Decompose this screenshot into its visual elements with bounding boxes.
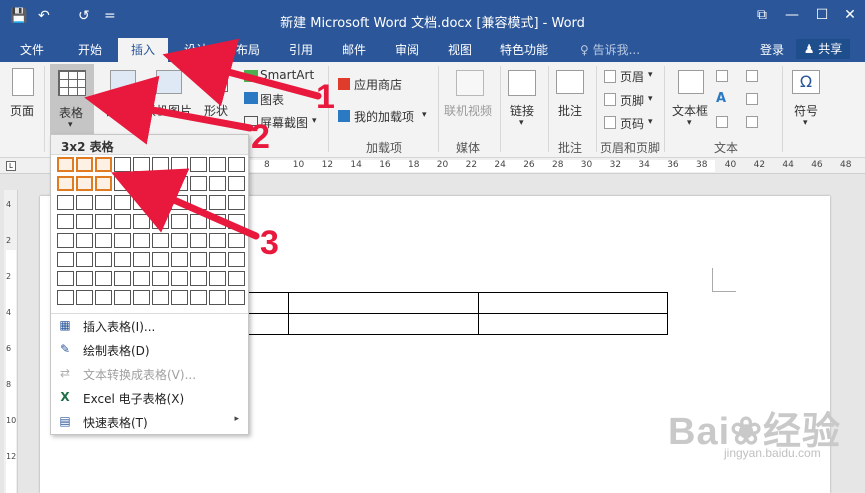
arrow-2 (84, 75, 254, 145)
callout-2: 2 (251, 118, 270, 156)
arrow-3 (111, 168, 260, 240)
callout-1: 1 (316, 78, 335, 116)
arrow-1 (162, 38, 322, 107)
watermark-url: jingyan.baidu.com (724, 446, 821, 460)
callout-3: 3 (260, 224, 279, 262)
